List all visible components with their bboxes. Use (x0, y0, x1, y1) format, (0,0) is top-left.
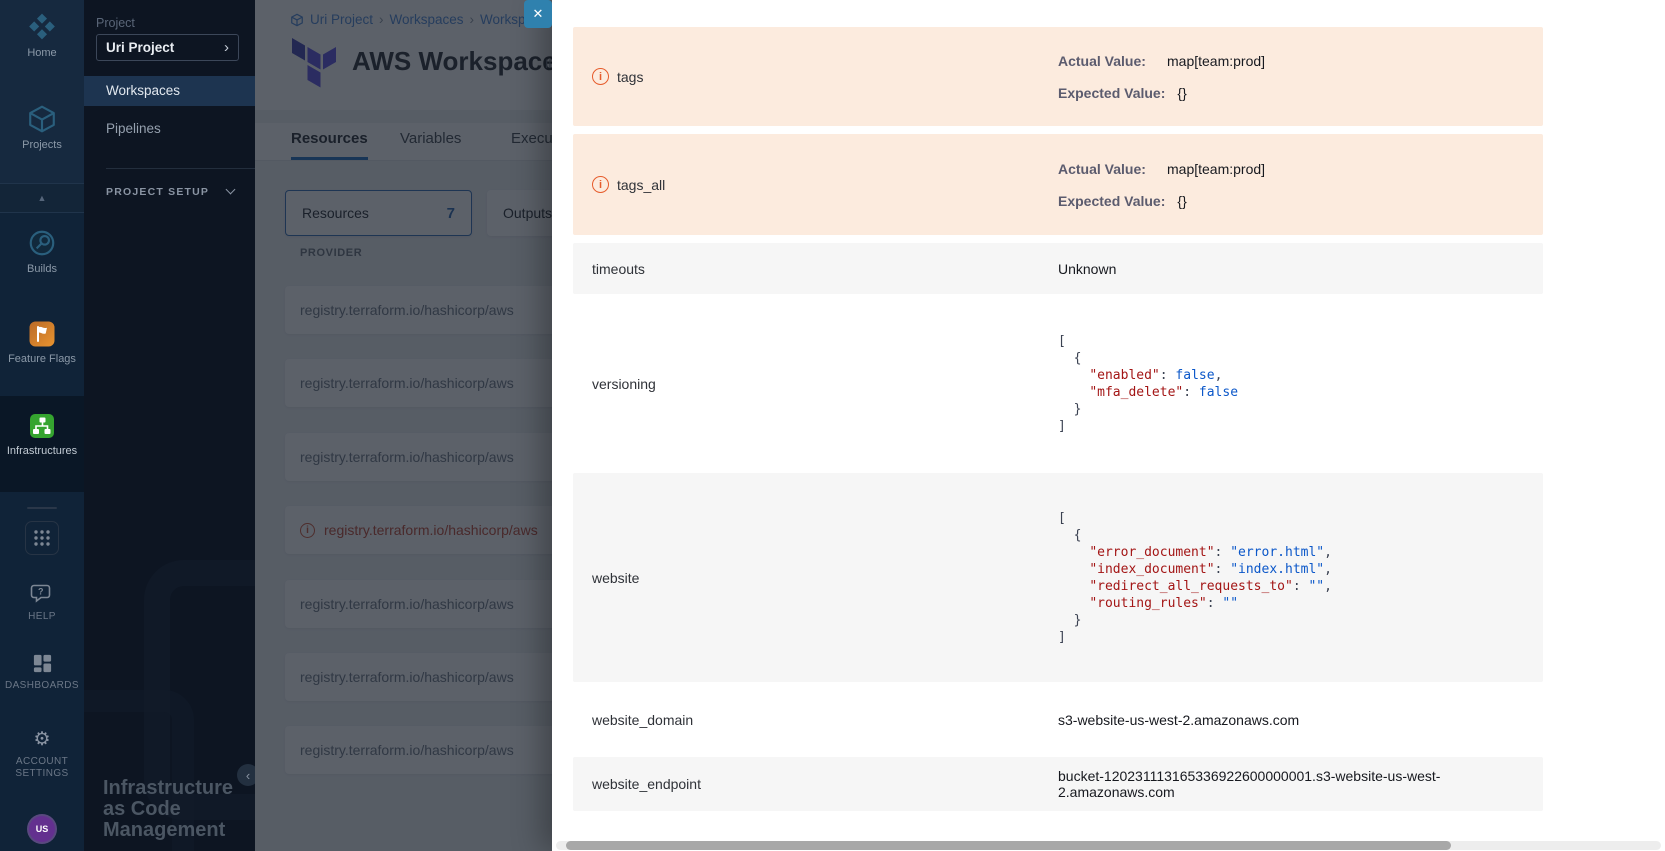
expected-value-label: Expected Value: (1058, 191, 1165, 211)
sidebar-collapse-handle[interactable]: ‹ (237, 764, 255, 786)
sidebar-item-label: Infrastructures (7, 445, 77, 457)
attribute-value: bucket-120231113165336922600000001.s3-we… (1058, 768, 1440, 800)
attribute-row-website-endpoint: website_endpoint bucket-1202311131653369… (573, 757, 1543, 811)
attribute-value: Unknown (1058, 261, 1116, 277)
gear-icon: ⚙ (0, 730, 84, 750)
sidebar-item-pipelines[interactable]: Pipelines (84, 114, 255, 144)
close-drawer-button[interactable]: ✕ (524, 0, 552, 28)
builds-icon (0, 228, 84, 258)
home-icon (0, 12, 84, 42)
sidebar-item-builds[interactable]: Builds (0, 228, 84, 275)
avatar-initials: US (36, 824, 49, 834)
attribute-name: timeouts (592, 261, 645, 277)
sidebar-item-home[interactable]: Home (0, 12, 84, 59)
pipelines-label: Pipelines (106, 121, 161, 136)
actual-value: map[team:prod] (1167, 161, 1265, 177)
projects-cube-icon (0, 104, 84, 134)
expected-value: {} (1177, 193, 1186, 209)
account-settings-label: ACCOUNT (16, 756, 68, 767)
app-window: Home Projects ▲ Builds Feature Flags (0, 0, 1665, 851)
attribute-name: tags_all (617, 177, 665, 193)
attribute-value: s3-website-us-west-2.amazonaws.com (1058, 712, 1299, 728)
attribute-rows: i tags Actual Value: map[team:prod] Expec… (573, 27, 1543, 819)
json-code-block: [ { "error_document": "error.html", "ind… (1058, 510, 1543, 646)
sidebar-item-feature-flags[interactable]: Feature Flags (0, 320, 84, 365)
infrastructures-icon (0, 412, 84, 440)
actual-value: map[team:prod] (1167, 53, 1265, 69)
actual-value-label: Actual Value: (1058, 51, 1155, 71)
json-code-block: [ { "enabled": false, "mfa_delete": fals… (1058, 333, 1543, 435)
sidebar-item-workspaces[interactable]: Workspaces (84, 76, 255, 106)
chevron-down-icon (226, 185, 236, 195)
expected-value: {} (1177, 85, 1186, 101)
drift-details-drawer: i tags Actual Value: map[team:prod] Expec… (552, 0, 1665, 851)
attribute-row-timeouts: timeouts Unknown (573, 243, 1543, 294)
sidebar-item-help[interactable]: ? HELP (0, 583, 84, 622)
module-footer-title: Infrastructure as Code Management (103, 778, 248, 841)
svg-text:?: ? (38, 587, 44, 597)
attribute-name: website_endpoint (592, 776, 701, 792)
feature-flags-icon (0, 320, 84, 348)
sidebar-item-label: Projects (22, 139, 62, 151)
drift-info-icon: i (592, 68, 609, 85)
attribute-row-versioning: versioning [ { "enabled": false, "mfa_de… (573, 302, 1543, 465)
drift-info-icon: i (592, 176, 609, 193)
sidebar-item-projects[interactable]: Projects (0, 104, 84, 151)
horizontal-scrollbar-thumb[interactable] (566, 841, 1451, 850)
attribute-name: website (592, 570, 639, 586)
attribute-name: versioning (592, 376, 656, 392)
sidebar-item-dashboards[interactable]: DASHBOARDS (0, 653, 84, 691)
project-setup-toggle[interactable]: PROJECT SETUP (106, 186, 234, 198)
dashboards-icon (0, 653, 84, 674)
sidebar-divider (106, 168, 255, 169)
workspaces-label: Workspaces (106, 83, 180, 98)
sidebar-divider (27, 507, 57, 509)
project-selector[interactable]: Uri Project › (96, 34, 239, 61)
attribute-row-website: website [ { "error_document": "error.htm… (573, 473, 1543, 682)
horizontal-scrollbar-track[interactable] (556, 841, 1661, 850)
attribute-name: website_domain (592, 712, 693, 728)
selected-project-name: Uri Project (106, 40, 174, 55)
module-sidebar: Home Projects ▲ Builds Feature Flags (0, 0, 84, 851)
sidebar-item-account-settings[interactable]: ⚙ ACCOUNT SETTINGS (0, 730, 84, 779)
attribute-row-tags-all: i tags_all Actual Value: map[team:prod] E… (573, 134, 1543, 235)
dashboards-label: DASHBOARDS (5, 680, 79, 691)
project-sidebar: Project Uri Project › Workspaces Pipelin… (84, 0, 255, 851)
sidebar-item-label: Home (27, 47, 56, 59)
apps-grid-button[interactable] (25, 521, 59, 555)
sidebar-item-infrastructures[interactable]: Infrastructures (0, 412, 84, 457)
project-section-label: Project (96, 16, 135, 30)
sidebar-item-label: Builds (27, 263, 57, 275)
user-avatar[interactable]: US (29, 816, 55, 842)
sidebar-collapse-arrow[interactable]: ▲ (0, 183, 84, 213)
sidebar-item-label: Feature Flags (8, 353, 76, 365)
expected-value-label: Expected Value: (1058, 83, 1165, 103)
project-setup-label: PROJECT SETUP (106, 186, 209, 198)
attribute-row-website-domain: website_domain s3-website-us-west-2.amaz… (573, 690, 1543, 749)
account-settings-label-2: SETTINGS (15, 768, 68, 779)
help-label: HELP (28, 611, 56, 622)
attribute-row-tags: i tags Actual Value: map[team:prod] Expec… (573, 27, 1543, 126)
help-chat-icon: ? (0, 583, 84, 605)
actual-value-label: Actual Value: (1058, 159, 1155, 179)
attribute-name: tags (617, 69, 643, 85)
chevron-right-icon: › (224, 39, 229, 56)
apps-grid-icon (33, 529, 51, 547)
